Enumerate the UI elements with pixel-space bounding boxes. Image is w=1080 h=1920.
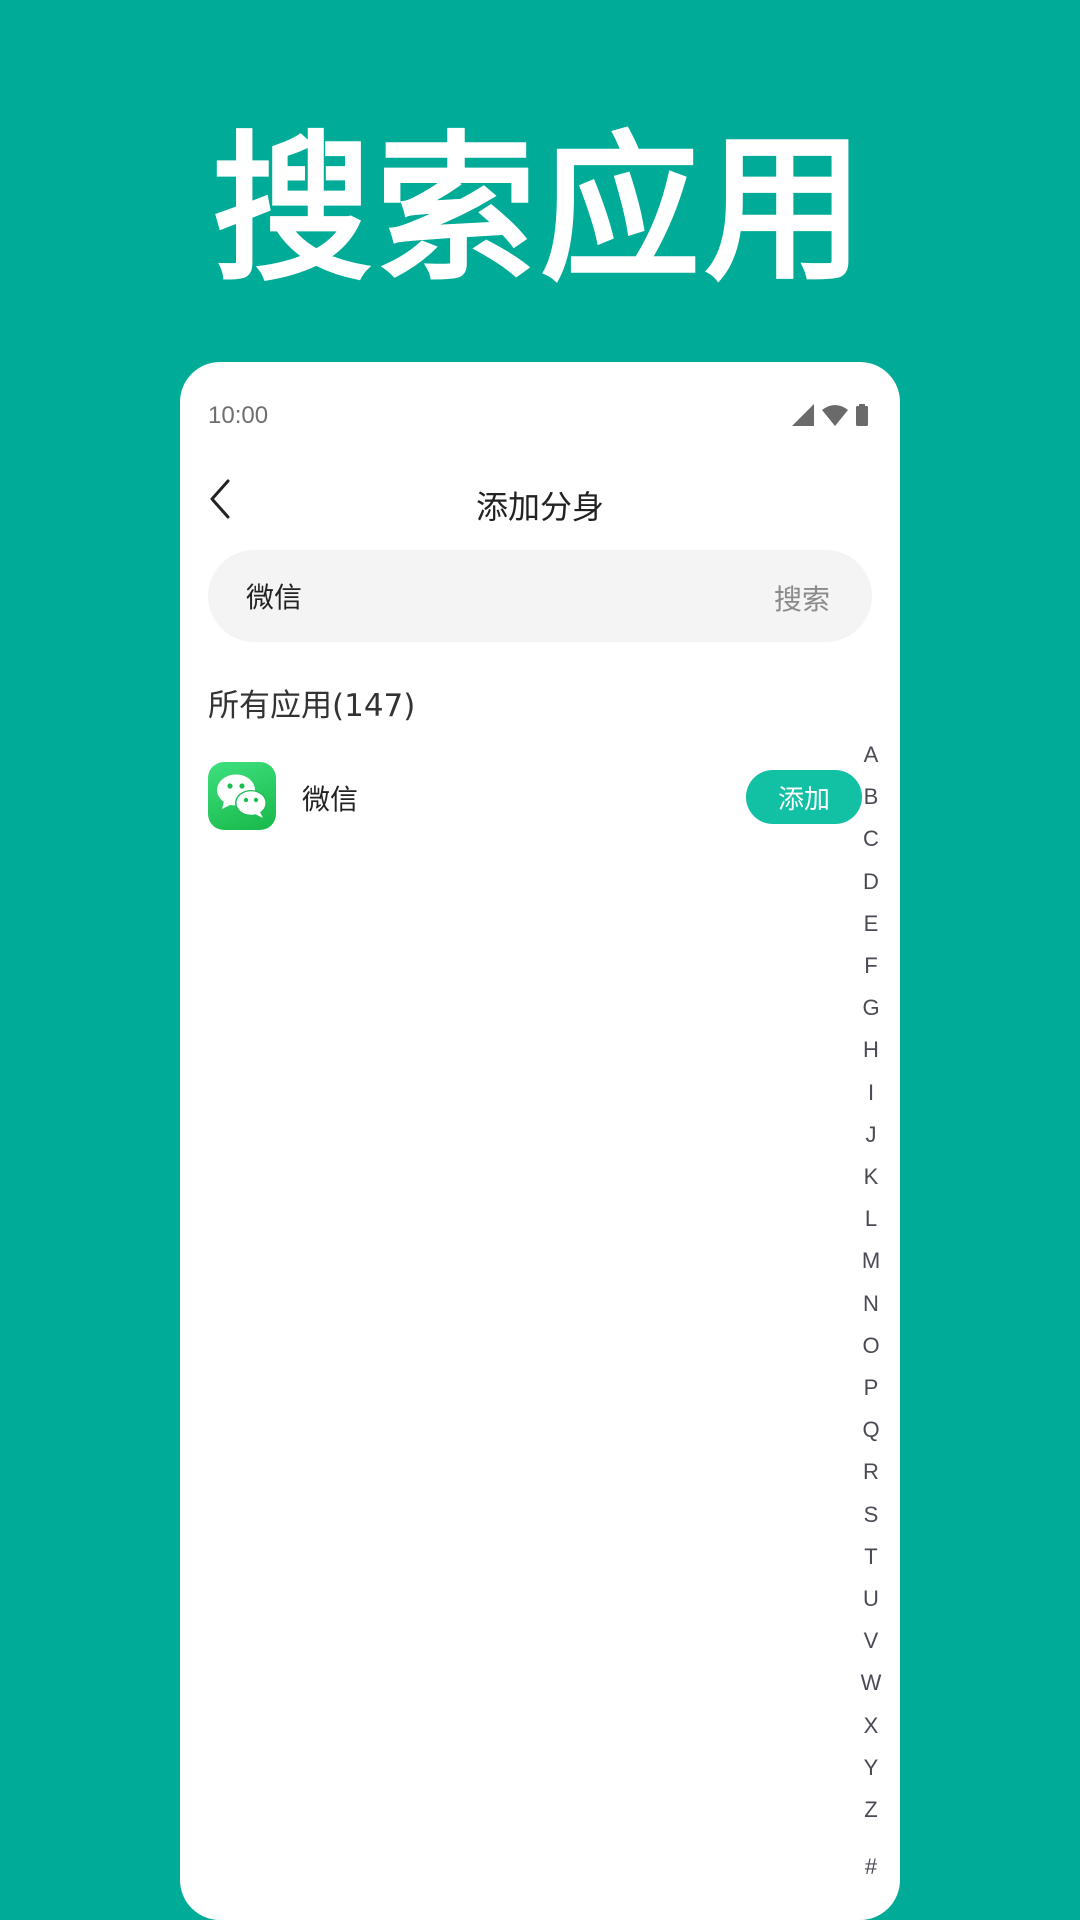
index-letter[interactable]: P (856, 1375, 886, 1401)
index-letter[interactable]: F (856, 953, 886, 979)
index-letter[interactable]: J (856, 1122, 886, 1148)
app-name: 微信 (302, 783, 359, 816)
index-letter[interactable]: V (856, 1628, 886, 1654)
title-bar: 添加分身 (180, 462, 900, 538)
battery-icon (856, 404, 868, 426)
section-title: 所有应用(147) (208, 688, 416, 724)
index-letter[interactable]: L (856, 1206, 886, 1232)
search-bar: 搜索 (208, 550, 872, 642)
index-letter[interactable]: D (856, 869, 886, 895)
index-letter[interactable]: O (856, 1333, 886, 1359)
index-letter[interactable]: X (856, 1713, 886, 1739)
index-letter[interactable]: M (856, 1248, 886, 1274)
index-letter[interactable]: W (856, 1670, 886, 1696)
index-letter[interactable]: G (856, 995, 886, 1021)
index-letter[interactable]: Y (856, 1755, 886, 1781)
index-letter[interactable]: # (856, 1854, 886, 1880)
signal-icon (792, 404, 814, 426)
index-letter[interactable]: Z (856, 1797, 886, 1823)
chat-bubbles-icon (217, 774, 267, 818)
wechat-icon (208, 762, 276, 830)
index-letter[interactable]: T (856, 1544, 886, 1570)
index-letter[interactable]: K (856, 1164, 886, 1190)
index-letter[interactable]: A (856, 742, 886, 768)
status-icons (792, 404, 868, 426)
status-bar: 10:00 (180, 362, 900, 442)
index-letter[interactable]: I (856, 1080, 886, 1106)
status-time: 10:00 (208, 402, 269, 429)
index-letter[interactable]: Q (856, 1417, 886, 1443)
index-letter[interactable]: E (856, 911, 886, 937)
index-letter[interactable]: H (856, 1037, 886, 1063)
wifi-icon (822, 405, 848, 426)
list-item[interactable]: 微信 添加 (208, 762, 862, 832)
search-button[interactable]: 搜索 (774, 578, 830, 618)
index-letter[interactable]: R (856, 1459, 886, 1485)
phone-screen: 10:00 添加分身 搜索 所有应用(147) (180, 362, 900, 1920)
add-button[interactable]: 添加 (746, 770, 862, 824)
index-letter[interactable]: S (856, 1502, 886, 1528)
index-letter[interactable]: C (856, 826, 886, 852)
page-title: 添加分身 (475, 488, 604, 526)
promo-headline: 搜索应用 (211, 116, 868, 303)
index-letter[interactable]: U (856, 1586, 886, 1612)
index-letter[interactable]: B (856, 784, 886, 810)
index-letter[interactable]: N (856, 1291, 886, 1317)
search-input[interactable] (246, 550, 726, 642)
